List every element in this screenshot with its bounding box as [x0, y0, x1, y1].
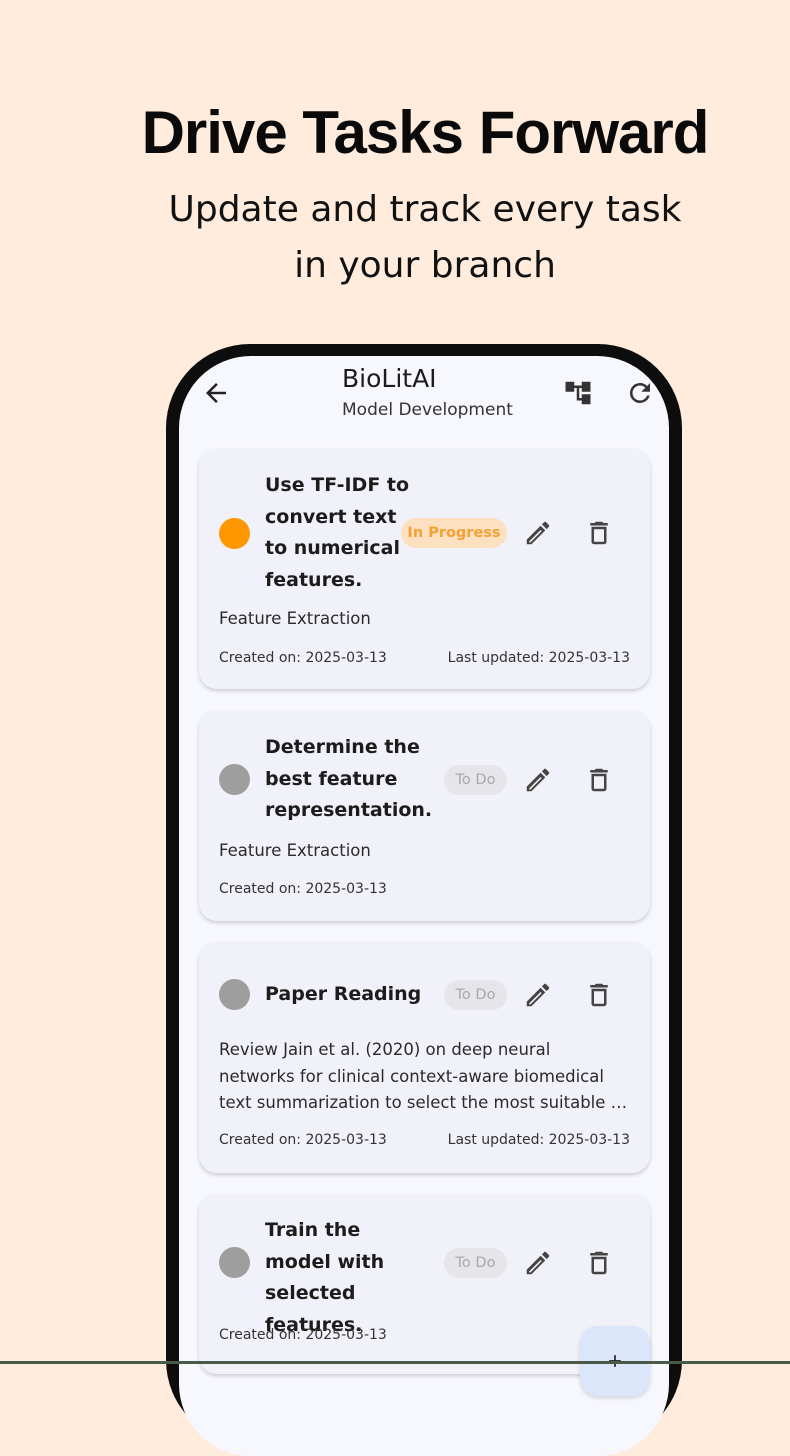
- task-title: Use TF-IDF to convert text to numerical …: [265, 474, 410, 591]
- edit-icon: [526, 768, 550, 792]
- refresh-icon: [629, 383, 650, 403]
- status-dot: [219, 1247, 250, 1278]
- promo-subline-line-2: in your branch: [294, 245, 556, 286]
- delete-button[interactable]: [584, 980, 614, 1010]
- updated-date: Last updated: 2025-03-13: [447, 650, 630, 666]
- refresh-button[interactable]: [625, 378, 655, 408]
- edit-button[interactable]: [523, 518, 553, 548]
- delete-button[interactable]: [584, 518, 614, 548]
- edit-icon: [526, 983, 550, 1007]
- tree-view-button[interactable]: [563, 378, 593, 408]
- task-card[interactable]: Determine the best feature representatio…: [199, 711, 650, 921]
- status-badge: To Do: [444, 980, 507, 1010]
- delete-button[interactable]: [584, 1248, 614, 1278]
- task-title: Paper Reading: [265, 983, 422, 1005]
- promo-subline-line-1: Update and track every task: [168, 189, 682, 230]
- task-title: Determine the best feature representatio…: [265, 736, 433, 821]
- created-date: Created on: 2025-03-13: [219, 1132, 387, 1148]
- edit-icon: [526, 521, 550, 545]
- updated-date: Last updated: 2025-03-13: [447, 1132, 630, 1148]
- edit-icon: [526, 1251, 550, 1275]
- edit-button[interactable]: [523, 980, 553, 1010]
- status-badge: To Do: [444, 1248, 507, 1278]
- phone-screen: BioLitAI Model Development Use TF-IDF to…: [179, 356, 669, 1456]
- created-date: Created on: 2025-03-13: [219, 881, 387, 897]
- edit-button[interactable]: [523, 1248, 553, 1278]
- promo-headline: Drive Tasks Forward: [141, 99, 710, 166]
- task-title: Train the model with selected features.: [265, 1219, 385, 1336]
- trash-icon: [590, 1251, 608, 1275]
- status-badge: To Do: [444, 765, 507, 795]
- task-card[interactable]: Use TF-IDF to convert text to numerical …: [199, 449, 650, 689]
- status-dot: [219, 979, 250, 1010]
- status-badge: In Progress: [401, 518, 507, 548]
- trash-icon: [590, 983, 608, 1007]
- created-date: Created on: 2025-03-13: [219, 1327, 387, 1343]
- app-bar: BioLitAI Model Development: [179, 356, 669, 436]
- edit-button[interactable]: [523, 765, 553, 795]
- task-description: Feature Extraction: [219, 609, 371, 628]
- promo-subline: Update and track every task in your bran…: [60, 182, 790, 294]
- created-date: Created on: 2025-03-13: [219, 650, 387, 666]
- trash-icon: [590, 768, 608, 792]
- trash-icon: [590, 521, 608, 545]
- app-title: BioLitAI: [342, 364, 437, 393]
- task-description: Review Jain et al. (2020) on deep neural…: [219, 1040, 628, 1112]
- status-dot: [219, 518, 250, 549]
- task-description: Feature Extraction: [219, 841, 371, 860]
- account-tree-icon: [565, 381, 591, 405]
- app-subtitle: Model Development: [342, 400, 513, 420]
- back-button[interactable]: [201, 378, 231, 408]
- delete-button[interactable]: [584, 765, 614, 795]
- status-dot: [219, 764, 250, 795]
- arrow-back-icon: [206, 383, 226, 403]
- task-card[interactable]: Paper Reading To Do Review Jain et al. (…: [199, 942, 650, 1173]
